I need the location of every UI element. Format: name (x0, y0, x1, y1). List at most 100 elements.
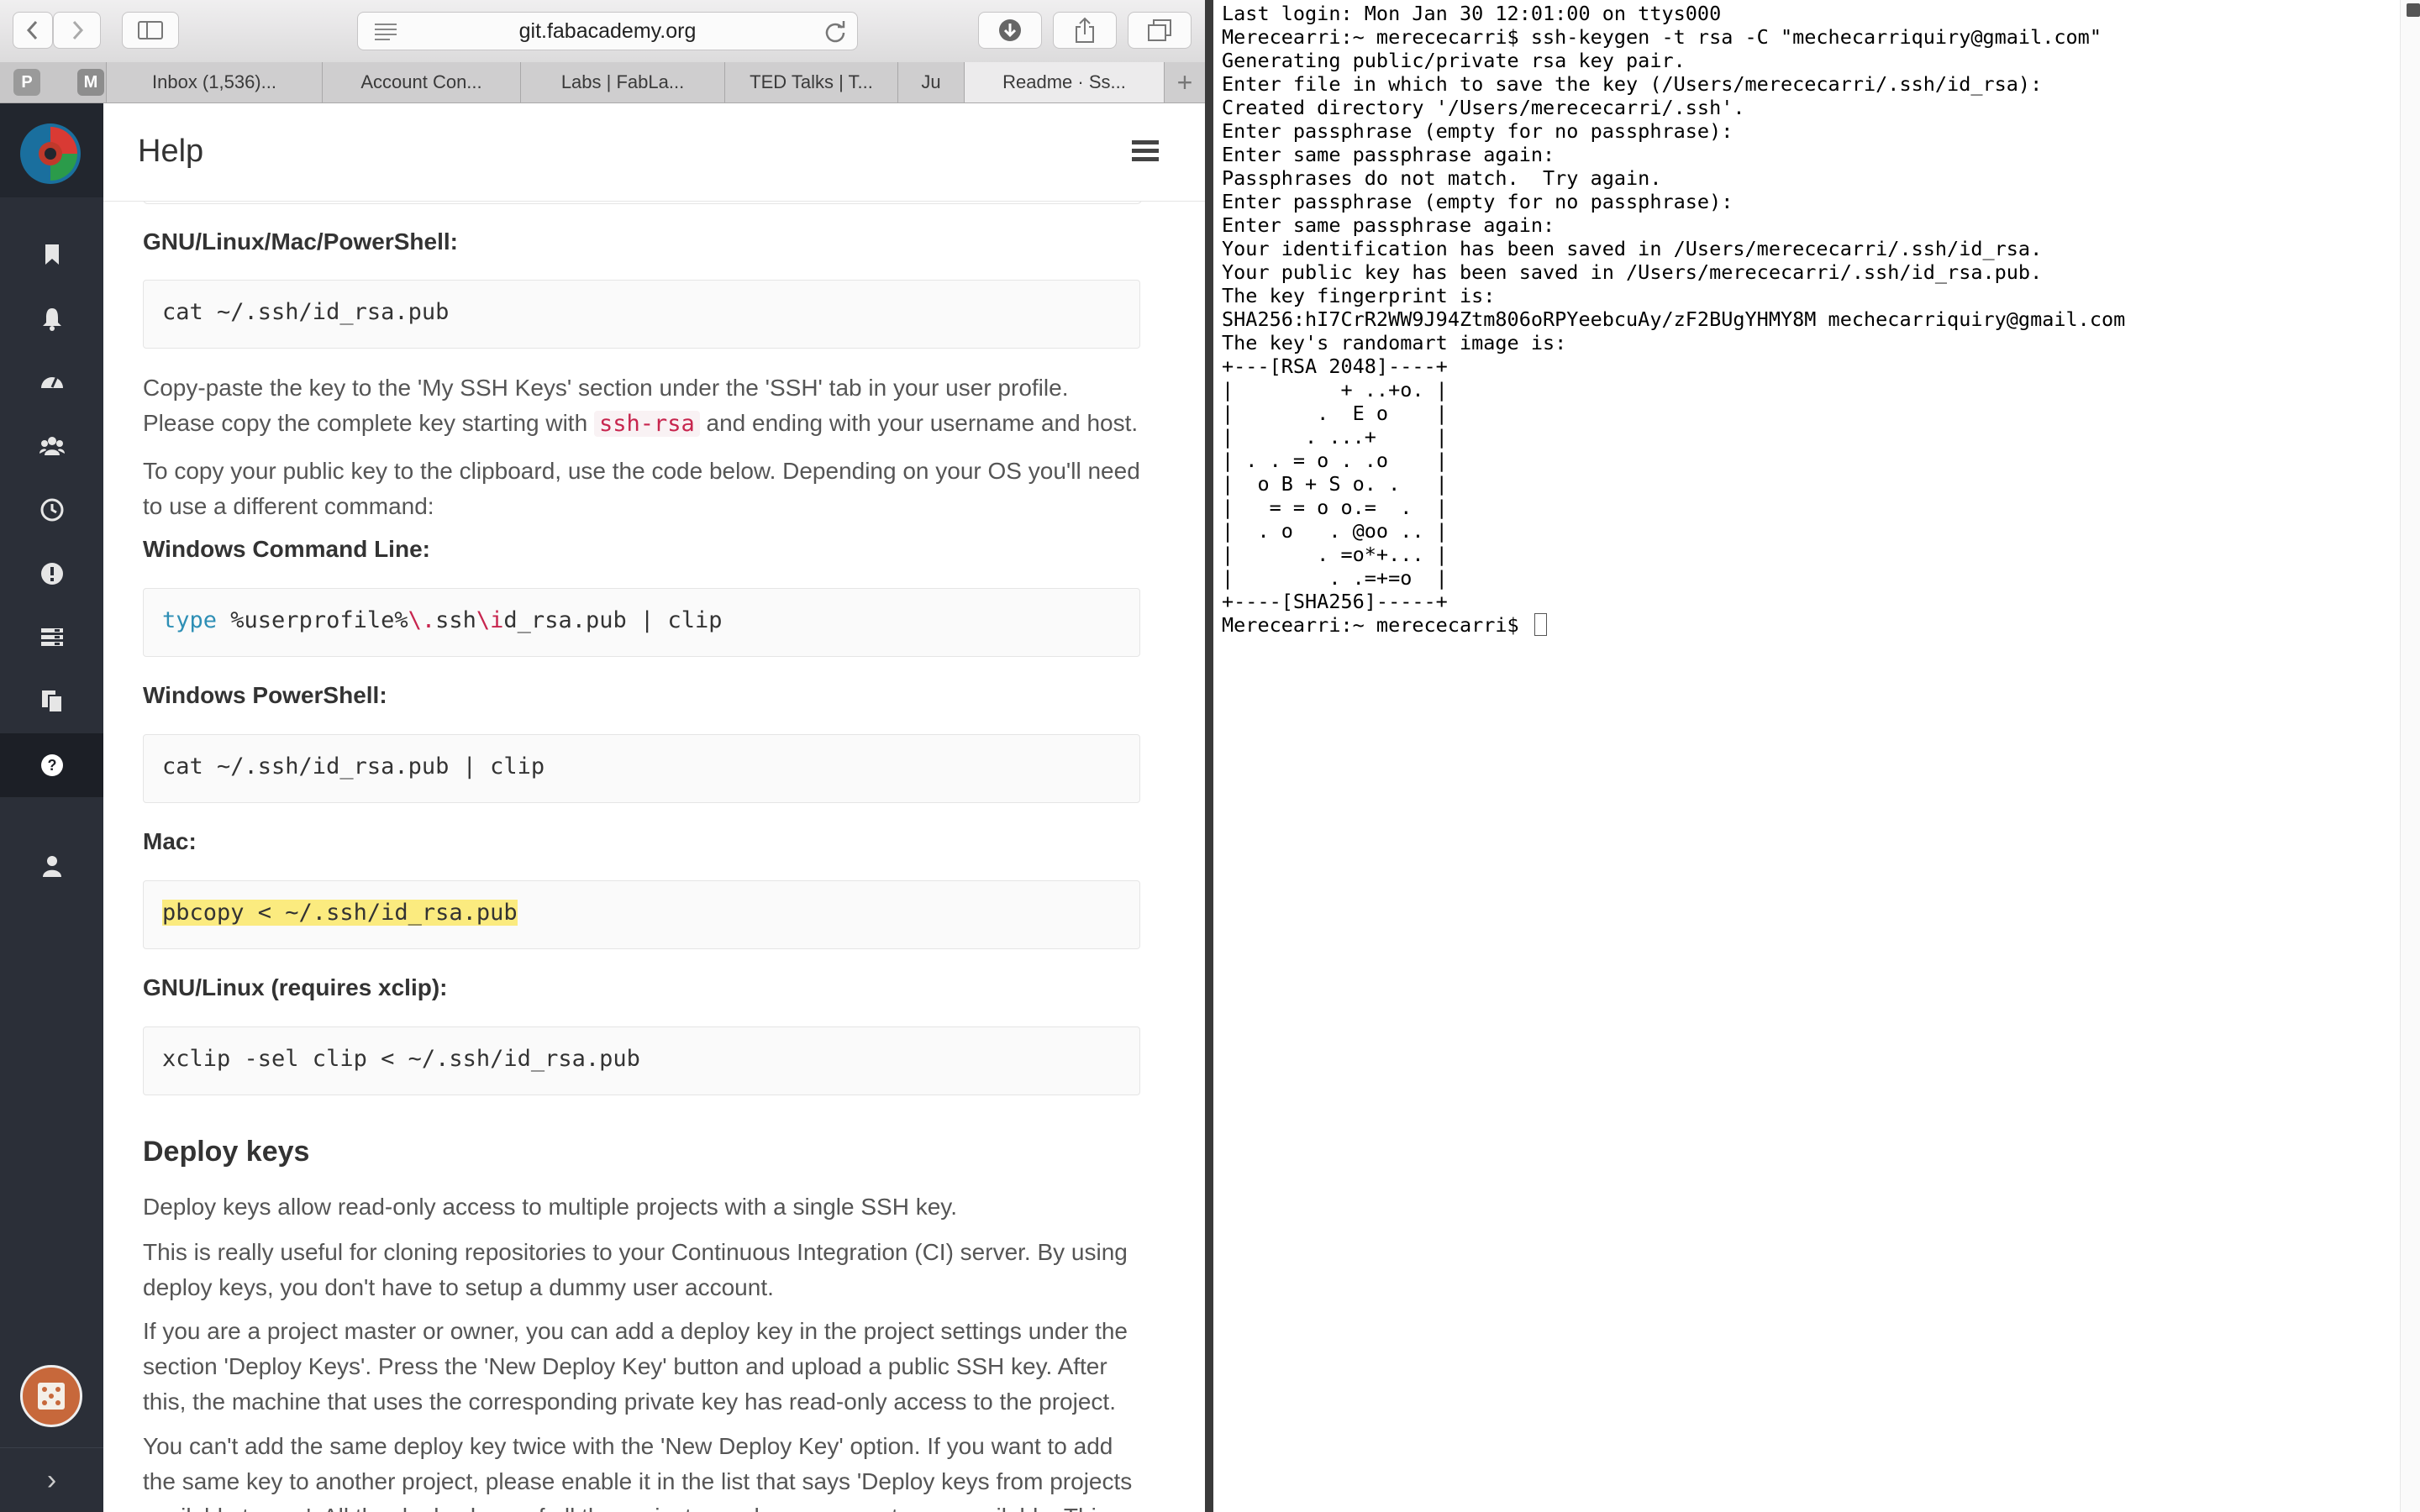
code-text: ssh (435, 607, 476, 633)
sidebar-item-dashboard[interactable] (0, 350, 103, 414)
paragraph-deploy-3: If you are a project master or owner, yo… (143, 1318, 1128, 1415)
gitlab-sidebar: ? › (0, 103, 103, 1512)
sidebar-item-merge-requests[interactable] (0, 606, 103, 669)
heading-windows-cmd: Windows Command Line: (143, 536, 430, 562)
alert-icon (40, 563, 63, 585)
sidebar-item-groups[interactable] (0, 414, 103, 478)
sidebar-icon (138, 21, 163, 39)
tab-labs[interactable]: Labs | FabLa... (520, 62, 724, 102)
tab-label: Readme · Ss... (1002, 71, 1126, 92)
url-text: git.fabacademy.org (518, 19, 697, 43)
code-block-windows-powershell[interactable]: cat ~/.ssh/id_rsa.pub | clip (143, 734, 1140, 803)
tab-readme[interactable]: Readme · Ss... (964, 62, 1164, 102)
hamburger-menu-icon[interactable] (1132, 139, 1159, 162)
snippets-icon (40, 628, 63, 646)
chevron-left-icon (26, 20, 38, 40)
download-icon (999, 19, 1021, 41)
fab-academy-logo[interactable] (18, 122, 82, 186)
tab-inbox[interactable]: Inbox (1,536)... (106, 62, 322, 102)
user-icon (42, 856, 61, 877)
previous-code-block (143, 202, 1142, 204)
terminal-output: Last login: Mon Jan 30 12:01:00 on ttys0… (1222, 2, 2125, 637)
code-block-xclip[interactable]: xclip -sel clip < ~/.ssh/id_rsa.pub (143, 1026, 1140, 1095)
tab-bar: P M Inbox (1,536)... Account Con... Labs… (0, 62, 1205, 103)
terminal-lines: Last login: Mon Jan 30 12:01:00 on ttys0… (1222, 2, 2126, 637)
heading-windows-powershell: Windows PowerShell: (143, 682, 387, 708)
avatar[interactable] (20, 1365, 82, 1427)
expand-icon: › (46, 1463, 57, 1496)
paragraph-deploy-4: You can't add the same deploy key twice … (143, 1433, 1133, 1512)
tab-label: Labs | FabLa... (560, 71, 685, 92)
forward-button[interactable] (53, 12, 101, 49)
code-block-cat[interactable]: cat ~/.ssh/id_rsa.pub (143, 280, 1140, 349)
code-keyword: type (162, 607, 218, 633)
code-text: %userprofile% (217, 607, 408, 633)
chevron-right-icon (72, 20, 83, 40)
tabs-overview-button[interactable] (1128, 12, 1192, 49)
sidebar-item-issues[interactable] (0, 542, 103, 606)
downloads-button[interactable] (978, 12, 1042, 49)
sidebar-item-bookmarks[interactable] (0, 223, 103, 286)
new-tab-label: + (1176, 66, 1193, 97)
tab-label: Account Con... (360, 71, 482, 92)
sidebar-item-snippets[interactable] (0, 669, 103, 733)
browser-toolbar: git.fabacademy.org (0, 0, 1205, 63)
code-escape: \i (476, 607, 504, 633)
copy-icon (41, 690, 63, 713)
heading-gnu-xclip: GNU/Linux (requires xclip): (143, 974, 448, 1000)
terminal-resize-icon[interactable] (2407, 3, 2420, 17)
sidebar-toggle-button[interactable] (122, 12, 179, 49)
back-button[interactable] (13, 12, 53, 49)
avatar-pattern-icon (38, 1383, 65, 1410)
code-text: d_rsa.pub | clip (503, 607, 723, 633)
tab-label: Ju (921, 71, 941, 92)
share-icon (1076, 17, 1094, 43)
pinterest-icon[interactable]: P (13, 69, 40, 96)
tab-label: Inbox (1,536)... (152, 71, 276, 92)
tab-account[interactable]: Account Con... (322, 62, 520, 102)
reload-icon[interactable] (823, 19, 847, 43)
terminal-window[interactable]: Last login: Mon Jan 30 12:01:00 on ttys0… (1213, 0, 2420, 1512)
paragraph-copy-paste: Copy-paste the key to the 'My SSH Keys' … (143, 370, 1143, 442)
bell-icon (42, 308, 61, 331)
paragraph-clipboard: To copy your public key to the clipboard… (143, 458, 1140, 519)
code-escape: \. (408, 607, 436, 633)
content-header: Help (103, 103, 1205, 202)
clock-icon (40, 498, 63, 522)
heading-deploy-keys: Deploy keys (143, 1136, 310, 1168)
svg-text:?: ? (47, 757, 56, 774)
paragraph-deploy-1: Deploy keys allow read-only access to mu… (143, 1194, 958, 1220)
page-title: Help (138, 134, 204, 169)
sidebar-item-notifications[interactable] (0, 286, 103, 350)
heading-gnu-mac-powershell: GNU/Linux/Mac/PowerShell: (143, 228, 458, 255)
window-divider[interactable] (1205, 0, 1213, 1512)
code-block-windows-cmd[interactable]: type %userprofile%\.ssh\id_rsa.pub | cli… (143, 588, 1140, 657)
tab-ted[interactable]: TED Talks | T... (724, 62, 897, 102)
address-bar[interactable]: git.fabacademy.org (357, 12, 858, 50)
help-content: GNU/Linux/Mac/PowerShell: cat ~/.ssh/id_… (103, 202, 1205, 1512)
code-block-mac[interactable]: pbcopy < ~/.ssh/id_rsa.pub (143, 880, 1140, 949)
dashboard-icon (40, 377, 63, 388)
terminal-scrollbar[interactable] (2400, 0, 2420, 1512)
browser-window: git.fabacademy.org P M Inbox (1,536)... … (0, 0, 1205, 1512)
share-button[interactable] (1053, 12, 1117, 49)
tab-ju[interactable]: Ju (897, 62, 964, 102)
expand-sidebar-button[interactable]: › (0, 1447, 103, 1512)
groups-icon (39, 437, 65, 455)
sidebar-item-profile[interactable] (0, 834, 103, 898)
gmail-icon[interactable]: M (77, 69, 104, 96)
sidebar-header (0, 103, 103, 197)
bookmark-icon (45, 244, 59, 265)
text: and ending with your username and host. (699, 410, 1139, 436)
heading-mac: Mac: (143, 828, 197, 854)
sidebar-item-activity[interactable] (0, 478, 103, 542)
tab-label: TED Talks | T... (750, 71, 873, 92)
highlighted-selection: pbcopy < ~/.ssh/id_rsa.pub (162, 900, 518, 926)
inline-code-ssh-rsa: ssh-rsa (593, 411, 700, 437)
new-tab-button[interactable]: + (1164, 62, 1205, 102)
help-icon: ? (40, 754, 63, 776)
tabs-icon (1148, 19, 1171, 41)
sidebar-item-help[interactable]: ? (0, 733, 103, 797)
terminal-cursor (1534, 613, 1547, 636)
paragraph-deploy-2: This is really useful for cloning reposi… (143, 1239, 1128, 1300)
